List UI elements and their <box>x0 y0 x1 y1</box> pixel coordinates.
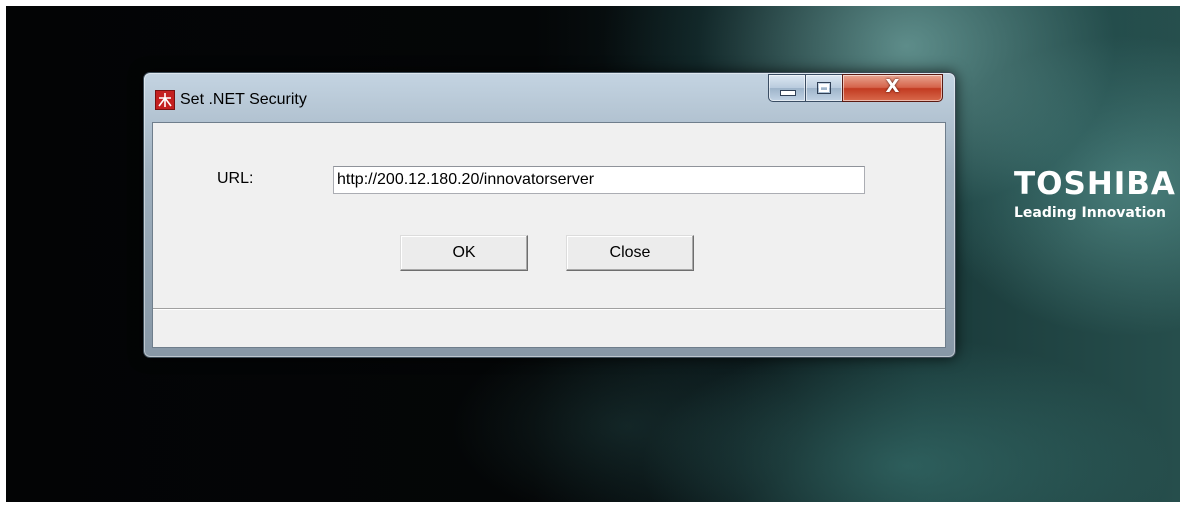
toshiba-logo: TOSHIBA Leading Innovation <box>1014 166 1176 222</box>
url-input[interactable] <box>333 166 865 194</box>
close-icon: X <box>885 76 900 97</box>
brand-name: TOSHIBA <box>1014 166 1176 202</box>
close-window-button[interactable]: X <box>842 74 943 102</box>
maximize-icon <box>817 82 831 94</box>
close-button[interactable]: Close <box>566 235 694 271</box>
dialog-client-area: URL: OK Close <box>152 122 946 348</box>
maximize-button[interactable] <box>805 74 843 102</box>
minimize-button[interactable] <box>768 74 806 102</box>
brand-slogan: Leading Innovation <box>1014 205 1166 221</box>
status-bar <box>153 308 945 310</box>
app-logo-icon[interactable] <box>155 90 175 110</box>
window-title: Set .NET Security <box>180 91 307 108</box>
url-label: URL: <box>217 170 254 187</box>
minimize-icon <box>780 90 796 96</box>
ok-button[interactable]: OK <box>400 235 528 271</box>
caption-buttons: X <box>768 74 945 102</box>
set-net-security-window: Set .NET Security X URL: OK Close <box>143 72 956 358</box>
